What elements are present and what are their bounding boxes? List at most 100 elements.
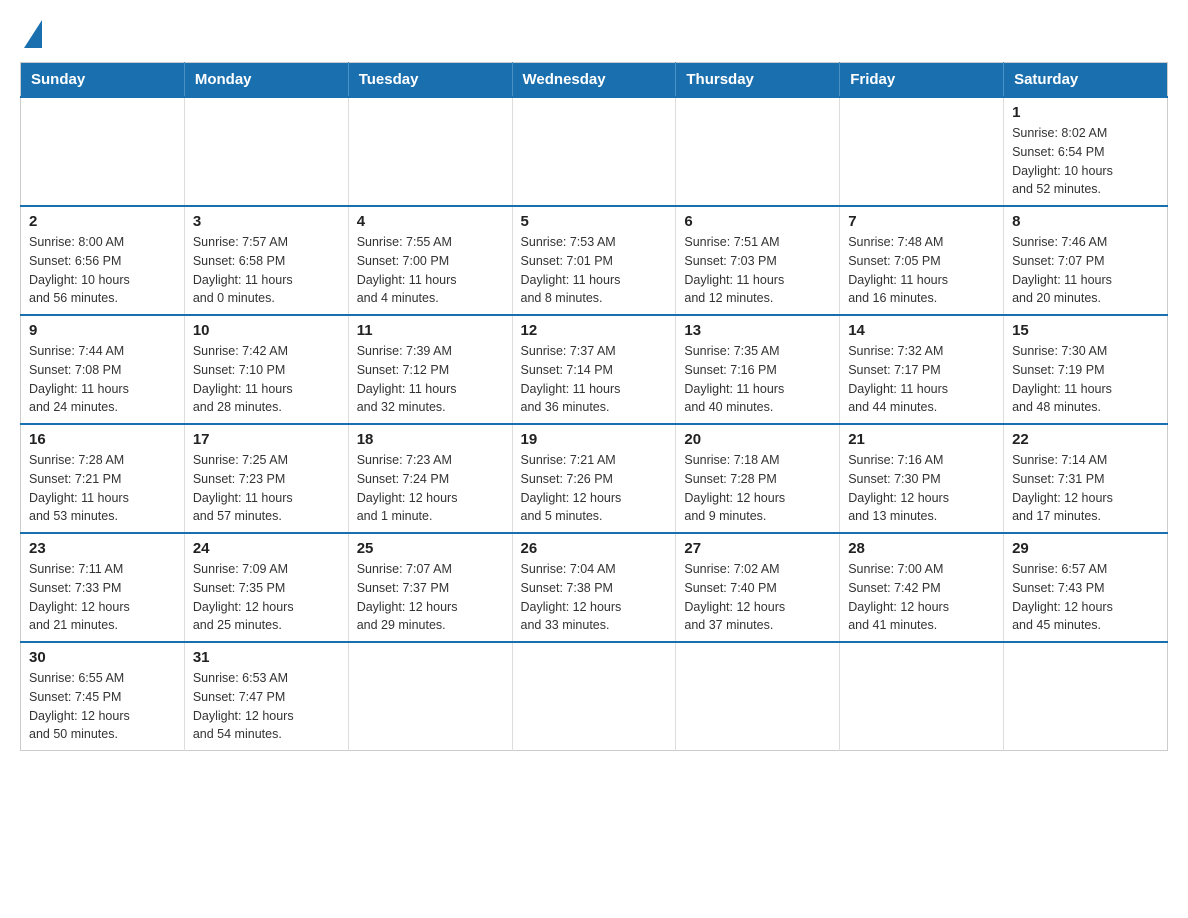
calendar-cell: 19 Sunrise: 7:21 AMSunset: 7:26 PMDayligh… (512, 424, 676, 533)
day-info: Sunrise: 7:37 AMSunset: 7:14 PMDaylight:… (521, 342, 668, 417)
day-number: 12 (521, 322, 668, 339)
calendar-cell (21, 97, 185, 206)
day-number: 10 (193, 322, 340, 339)
day-info: Sunrise: 6:53 AMSunset: 7:47 PMDaylight:… (193, 669, 340, 744)
day-info: Sunrise: 8:02 AMSunset: 6:54 PMDaylight:… (1012, 124, 1159, 199)
day-number: 5 (521, 213, 668, 230)
day-info: Sunrise: 7:09 AMSunset: 7:35 PMDaylight:… (193, 560, 340, 635)
day-number: 2 (29, 213, 176, 230)
day-number: 14 (848, 322, 995, 339)
calendar-cell: 9 Sunrise: 7:44 AMSunset: 7:08 PMDaylight… (21, 315, 185, 424)
calendar-cell: 6Sunrise: 7:51 AMSunset: 7:03 PMDaylight… (676, 206, 840, 315)
calendar-cell: 31 Sunrise: 6:53 AMSunset: 7:47 PMDayligh… (184, 642, 348, 751)
calendar-cell: 22Sunrise: 7:14 AMSunset: 7:31 PMDayligh… (1004, 424, 1168, 533)
day-number: 28 (848, 540, 995, 557)
day-number: 3 (193, 213, 340, 230)
calendar-cell: 11Sunrise: 7:39 AMSunset: 7:12 PMDayligh… (348, 315, 512, 424)
day-info: Sunrise: 6:57 AMSunset: 7:43 PMDaylight:… (1012, 560, 1159, 635)
day-info: Sunrise: 7:42 AMSunset: 7:10 PMDaylight:… (193, 342, 340, 417)
calendar-cell: 1 Sunrise: 8:02 AMSunset: 6:54 PMDaylight… (1004, 97, 1168, 206)
day-number: 31 (193, 649, 340, 666)
day-info: Sunrise: 7:25 AMSunset: 7:23 PMDaylight:… (193, 451, 340, 526)
calendar-cell (184, 97, 348, 206)
day-number: 1 (1012, 104, 1159, 121)
calendar-cell (512, 97, 676, 206)
calendar-week-row: 23Sunrise: 7:11 AMSunset: 7:33 PMDayligh… (21, 533, 1168, 642)
calendar-week-row: 1 Sunrise: 8:02 AMSunset: 6:54 PMDaylight… (21, 97, 1168, 206)
column-header-monday: Monday (184, 63, 348, 98)
day-info: Sunrise: 7:44 AMSunset: 7:08 PMDaylight:… (29, 342, 176, 417)
calendar-cell (512, 642, 676, 751)
column-header-thursday: Thursday (676, 63, 840, 98)
day-info: Sunrise: 7:53 AMSunset: 7:01 PMDaylight:… (521, 233, 668, 308)
day-info: Sunrise: 7:32 AMSunset: 7:17 PMDaylight:… (848, 342, 995, 417)
calendar-cell: 5 Sunrise: 7:53 AMSunset: 7:01 PMDaylight… (512, 206, 676, 315)
day-info: Sunrise: 7:30 AMSunset: 7:19 PMDaylight:… (1012, 342, 1159, 417)
calendar-cell: 17 Sunrise: 7:25 AMSunset: 7:23 PMDayligh… (184, 424, 348, 533)
day-number: 20 (684, 431, 831, 448)
day-number: 29 (1012, 540, 1159, 557)
calendar-cell (840, 642, 1004, 751)
calendar-body: 1 Sunrise: 8:02 AMSunset: 6:54 PMDaylight… (21, 97, 1168, 751)
day-info: Sunrise: 7:00 AMSunset: 7:42 PMDaylight:… (848, 560, 995, 635)
column-header-friday: Friday (840, 63, 1004, 98)
calendar-cell: 4 Sunrise: 7:55 AMSunset: 7:00 PMDaylight… (348, 206, 512, 315)
column-header-tuesday: Tuesday (348, 63, 512, 98)
day-info: Sunrise: 7:28 AMSunset: 7:21 PMDaylight:… (29, 451, 176, 526)
day-info: Sunrise: 7:14 AMSunset: 7:31 PMDaylight:… (1012, 451, 1159, 526)
calendar-header: SundayMondayTuesdayWednesdayThursdayFrid… (21, 63, 1168, 98)
day-info: Sunrise: 7:18 AMSunset: 7:28 PMDaylight:… (684, 451, 831, 526)
calendar-table: SundayMondayTuesdayWednesdayThursdayFrid… (20, 62, 1168, 751)
calendar-cell: 14 Sunrise: 7:32 AMSunset: 7:17 PMDayligh… (840, 315, 1004, 424)
day-number: 19 (521, 431, 668, 448)
day-number: 9 (29, 322, 176, 339)
calendar-cell: 29 Sunrise: 6:57 AMSunset: 7:43 PMDayligh… (1004, 533, 1168, 642)
calendar-cell: 2 Sunrise: 8:00 AMSunset: 6:56 PMDaylight… (21, 206, 185, 315)
day-info: Sunrise: 7:35 AMSunset: 7:16 PMDaylight:… (684, 342, 831, 417)
day-info: Sunrise: 7:48 AMSunset: 7:05 PMDaylight:… (848, 233, 995, 308)
calendar-cell: 26Sunrise: 7:04 AMSunset: 7:38 PMDayligh… (512, 533, 676, 642)
day-info: Sunrise: 7:46 AMSunset: 7:07 PMDaylight:… (1012, 233, 1159, 308)
day-info: Sunrise: 7:51 AMSunset: 7:03 PMDaylight:… (684, 233, 831, 308)
calendar-week-row: 30Sunrise: 6:55 AMSunset: 7:45 PMDayligh… (21, 642, 1168, 751)
day-info: Sunrise: 7:23 AMSunset: 7:24 PMDaylight:… (357, 451, 504, 526)
calendar-cell: 13Sunrise: 7:35 AMSunset: 7:16 PMDayligh… (676, 315, 840, 424)
day-number: 4 (357, 213, 504, 230)
day-info: Sunrise: 7:57 AMSunset: 6:58 PMDaylight:… (193, 233, 340, 308)
day-info: Sunrise: 7:16 AMSunset: 7:30 PMDaylight:… (848, 451, 995, 526)
column-header-sunday: Sunday (21, 63, 185, 98)
day-number: 27 (684, 540, 831, 557)
page-header (20, 20, 1168, 46)
column-header-wednesday: Wednesday (512, 63, 676, 98)
calendar-cell: 28 Sunrise: 7:00 AMSunset: 7:42 PMDayligh… (840, 533, 1004, 642)
day-info: Sunrise: 8:00 AMSunset: 6:56 PMDaylight:… (29, 233, 176, 308)
day-number: 17 (193, 431, 340, 448)
column-header-saturday: Saturday (1004, 63, 1168, 98)
day-number: 16 (29, 431, 176, 448)
calendar-week-row: 16 Sunrise: 7:28 AMSunset: 7:21 PMDayligh… (21, 424, 1168, 533)
day-info: Sunrise: 7:07 AMSunset: 7:37 PMDaylight:… (357, 560, 504, 635)
calendar-cell (348, 642, 512, 751)
calendar-cell (676, 97, 840, 206)
day-number: 18 (357, 431, 504, 448)
calendar-cell: 7Sunrise: 7:48 AMSunset: 7:05 PMDaylight… (840, 206, 1004, 315)
calendar-cell: 30Sunrise: 6:55 AMSunset: 7:45 PMDayligh… (21, 642, 185, 751)
calendar-cell: 16 Sunrise: 7:28 AMSunset: 7:21 PMDayligh… (21, 424, 185, 533)
calendar-cell: 23Sunrise: 7:11 AMSunset: 7:33 PMDayligh… (21, 533, 185, 642)
day-number: 24 (193, 540, 340, 557)
day-number: 25 (357, 540, 504, 557)
calendar-cell: 10 Sunrise: 7:42 AMSunset: 7:10 PMDayligh… (184, 315, 348, 424)
calendar-cell (1004, 642, 1168, 751)
day-number: 30 (29, 649, 176, 666)
calendar-cell: 21 Sunrise: 7:16 AMSunset: 7:30 PMDayligh… (840, 424, 1004, 533)
day-info: Sunrise: 7:21 AMSunset: 7:26 PMDaylight:… (521, 451, 668, 526)
calendar-cell: 15Sunrise: 7:30 AMSunset: 7:19 PMDayligh… (1004, 315, 1168, 424)
day-number: 26 (521, 540, 668, 557)
day-number: 23 (29, 540, 176, 557)
day-number: 21 (848, 431, 995, 448)
calendar-week-row: 2 Sunrise: 8:00 AMSunset: 6:56 PMDaylight… (21, 206, 1168, 315)
calendar-cell: 3 Sunrise: 7:57 AMSunset: 6:58 PMDaylight… (184, 206, 348, 315)
logo (20, 20, 42, 46)
day-info: Sunrise: 7:39 AMSunset: 7:12 PMDaylight:… (357, 342, 504, 417)
day-info: Sunrise: 7:55 AMSunset: 7:00 PMDaylight:… (357, 233, 504, 308)
